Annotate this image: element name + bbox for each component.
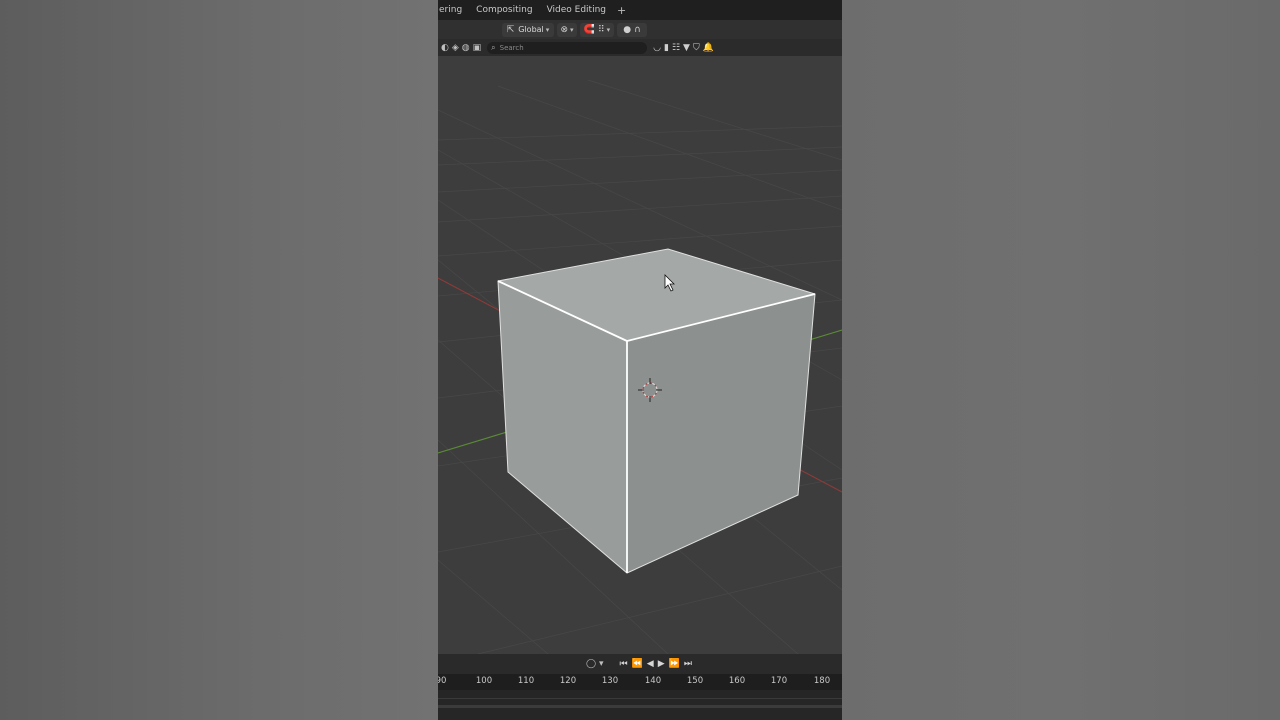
tab-compositing[interactable]: Compositing — [469, 5, 539, 15]
frame-tick: 100 — [475, 676, 493, 686]
tab-video-editing[interactable]: Video Editing — [540, 5, 613, 15]
next-keyframe-icon[interactable]: ⏩ — [669, 659, 680, 669]
frame-tick: 120 — [559, 676, 577, 686]
chevron-down-icon: ▾ — [545, 25, 550, 34]
frame-tick: 150 — [686, 676, 704, 686]
tab-rendering[interactable]: ering — [438, 5, 469, 15]
frame-tick: 130 — [601, 676, 619, 686]
snap-target-icon: ⠿ — [598, 24, 605, 35]
camera-icon[interactable]: ▣ — [473, 43, 482, 53]
pivot-point-dropdown[interactable]: ⊗ ▾ — [557, 22, 577, 37]
jump-start-icon[interactable]: ⏮ — [619, 659, 627, 669]
expand-icon[interactable]: ◡ — [653, 43, 661, 53]
timeline-divider — [438, 698, 842, 699]
left-blurred-backdrop — [0, 0, 438, 720]
world-icon[interactable]: ◍ — [462, 43, 470, 53]
prev-keyframe-icon[interactable]: ⏪ — [632, 659, 643, 669]
filter-icon[interactable]: ▼ — [683, 43, 690, 53]
transform-orientation-icon: ⇱ — [506, 24, 515, 35]
outliner-tools: ◡ ▮ ☷ ▼ ⛉ 🔔 — [653, 43, 717, 53]
falloff-curve-icon: ∩ — [634, 24, 641, 35]
search-input[interactable]: ⌕ Search — [487, 41, 648, 54]
frame-tick: 90 — [438, 676, 447, 686]
view-layer-icon[interactable]: ◈ — [452, 43, 459, 53]
frame-tick: 160 — [728, 676, 746, 686]
scene-icon[interactable]: ◐ — [441, 43, 449, 53]
snap-dropdown[interactable]: 🧲 ⠿ ▾ — [580, 22, 614, 37]
proportional-edit-toggle[interactable]: ● ∩ — [617, 22, 647, 37]
shield-icon[interactable]: ⛉ — [693, 43, 700, 53]
add-workspace-button[interactable]: + — [613, 4, 630, 17]
transform-orientation-label: Global — [518, 25, 544, 34]
auto-keying-icon[interactable]: ◯ ▾ — [586, 659, 603, 669]
workspace-tabs-bar: ering Compositing Video Editing + — [438, 0, 842, 21]
bell-icon[interactable]: 🔔 — [703, 43, 714, 53]
right-blurred-backdrop — [842, 0, 1280, 720]
timeline-header: ◯ ▾ ⏮ ⏪ ◀ ▶ ⏩ ⏭ — [438, 654, 842, 674]
snap-icon: 🧲 — [583, 24, 596, 35]
3d-viewport[interactable] — [438, 56, 842, 654]
frame-tick: 140 — [644, 676, 662, 686]
sort-icon[interactable]: ☷ — [672, 43, 680, 53]
frame-tick: 110 — [517, 676, 535, 686]
frame-tick: 170 — [770, 676, 788, 686]
chevron-down-icon: ▾ — [570, 25, 574, 34]
play-icon[interactable]: ▶ — [658, 659, 665, 669]
pivot-point-icon: ⊗ — [560, 24, 569, 35]
search-icon: ⌕ — [491, 42, 496, 52]
search-placeholder: Search — [499, 43, 524, 52]
jump-end-icon[interactable]: ⏭ — [684, 659, 692, 669]
proportional-edit-icon: ● — [623, 24, 632, 35]
blender-window: ering Compositing Video Editing + ⇱ Glob… — [438, 0, 842, 720]
frame-tick: 180 — [813, 676, 831, 686]
bookmark-icon[interactable]: ▮ — [664, 43, 669, 53]
chevron-down-icon: ▾ — [606, 25, 611, 34]
transform-orientation-dropdown[interactable]: ⇱ Global ▾ — [502, 22, 554, 37]
play-reverse-icon[interactable]: ◀ — [647, 659, 654, 669]
timeline-scrub-band[interactable] — [438, 705, 842, 708]
viewport-header: ⇱ Global ▾ ⊗ ▾ 🧲 ⠿ ▾ ● ∩ — [438, 20, 842, 39]
outliner-header: ◐ ◈ ◍ ▣ ⌕ Search ◡ ▮ ☷ ▼ ⛉ 🔔 — [438, 39, 842, 56]
timeline-frame-ruler[interactable]: 90 100 110 120 130 140 150 160 170 180 — [438, 674, 842, 690]
